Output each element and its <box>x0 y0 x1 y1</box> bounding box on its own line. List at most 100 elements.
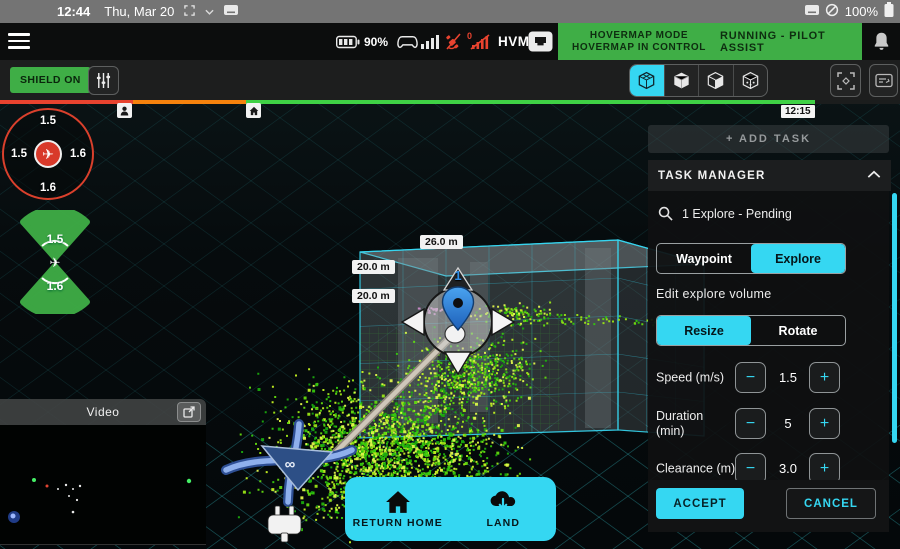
ethernet-connection-icon <box>528 23 553 60</box>
hvm-label: HVM <box>498 34 530 49</box>
pin-base <box>445 325 465 343</box>
video-title: Video <box>87 405 120 419</box>
android-status-icons: 100% <box>805 0 894 23</box>
proximity-back: 1.6 <box>40 182 56 194</box>
search-icon <box>658 206 673 221</box>
tab-explore[interactable]: Explore <box>751 244 845 273</box>
battery-horizontal-icon <box>336 35 360 49</box>
tab-resize[interactable]: Resize <box>657 316 751 345</box>
add-task-button[interactable]: + ADD TASK <box>648 125 889 153</box>
keyboard-icon <box>805 4 819 19</box>
timeline-segment-assisted <box>133 100 246 104</box>
duration-decrement-button[interactable]: − <box>735 408 766 439</box>
speed-value: 1.5 <box>768 361 808 394</box>
speed-increment-button[interactable]: + <box>809 362 840 393</box>
proximity-left: 1.5 <box>11 148 27 160</box>
date: Thu, Mar 20 <box>104 4 174 19</box>
clearance-above-value: 1.5 <box>38 232 72 246</box>
home-icon <box>249 106 259 116</box>
land-button[interactable]: LAND <box>451 477 557 541</box>
edit-volume-label: Edit explore volume <box>656 287 771 301</box>
menu-button[interactable] <box>8 31 30 51</box>
drone-heading-icon: ✈ <box>34 140 62 168</box>
flight-actions-panel: RETURN HOME LAND <box>345 477 556 541</box>
task-panel-scrollbar[interactable] <box>892 193 897 443</box>
view-mode-wireframe-button[interactable] <box>630 65 665 96</box>
cube-shaded-icon <box>706 71 725 90</box>
task-type-tabs: Waypoint Explore <box>656 243 846 274</box>
pilot-icon <box>120 106 129 116</box>
plane-side-icon: ✈ <box>50 255 61 270</box>
video-panel-header[interactable]: Video <box>0 399 206 425</box>
app-top-bar: 90% 0 HVM HOVERMAP MODE HOVERMAP IN CONT <box>0 23 900 60</box>
home-point-marker <box>268 506 301 542</box>
accept-button[interactable]: ACCEPT <box>656 488 744 519</box>
timeline-segment-autonomous <box>246 100 815 104</box>
video-feed[interactable] <box>0 425 206 545</box>
mission-toolbar: SHIELD ON <box>0 60 900 100</box>
timeline-segment-remaining <box>815 100 900 104</box>
duration-increment-button[interactable]: + <box>809 408 840 439</box>
screen-capture-icon <box>184 4 195 19</box>
hovermap-mode-banner: HOVERMAP MODE HOVERMAP IN CONTROL RUNNIN… <box>558 23 862 60</box>
task-summary-text: 1 Explore - Pending <box>682 207 792 221</box>
video-panel: Video <box>0 399 206 545</box>
clock: 12:44 <box>57 4 90 19</box>
speed-stepper: Speed (m/s) − 1.5 + <box>648 361 889 395</box>
tab-rotate[interactable]: Rotate <box>751 316 845 345</box>
timeline-pilot-event-marker[interactable] <box>117 103 132 118</box>
volume-width-label: 26.0 m <box>420 235 463 249</box>
duration-stepper: Duration (min) − 5 + <box>648 405 889 443</box>
clearance-below-value: 1.6 <box>38 279 72 293</box>
svg-text:∞: ∞ <box>285 456 296 473</box>
tablet-battery-percent: 90% <box>364 35 388 49</box>
video-expand-button[interactable] <box>177 402 201 422</box>
battery-icon <box>884 2 894 21</box>
controller-icon <box>396 23 419 60</box>
task-manager-title: TASK MANAGER <box>658 170 765 182</box>
view-mode-shaded-button[interactable] <box>699 65 734 96</box>
return-home-button[interactable]: RETURN HOME <box>345 477 451 541</box>
timeline-segment-manual <box>0 100 133 104</box>
speed-decrement-button[interactable]: − <box>735 362 766 393</box>
cancel-button[interactable]: CANCEL <box>786 488 876 519</box>
battery-percent: 100% <box>845 4 878 19</box>
timeline-home-event-marker[interactable] <box>246 103 261 118</box>
status-console-button[interactable] <box>869 64 898 97</box>
drone-vehicle-marker: ∞ <box>262 446 332 490</box>
cube-solid-icon <box>672 71 691 90</box>
volume-depth-label: 20.0 m <box>352 289 395 303</box>
task-manager-header[interactable]: TASK MANAGER <box>648 160 891 191</box>
radio-signal-lost-icon <box>470 23 490 60</box>
duration-value: 5 <box>768 407 808 440</box>
tablet-battery-status: 90% <box>336 23 388 60</box>
keyboard-icon <box>224 4 238 19</box>
recenter-view-button[interactable] <box>830 64 861 97</box>
mode-text: HOVERMAP MODE HOVERMAP IN CONTROL <box>558 23 720 60</box>
task-summary-row[interactable]: 1 Explore - Pending <box>658 206 792 221</box>
vertical-clearance-indicator: ✈ <box>5 210 105 314</box>
proximity-indicator: 1.5 1.5 1.6 1.6 ✈ <box>2 108 94 200</box>
waypoint-number: 1 <box>449 268 467 283</box>
expand-icon <box>183 406 195 418</box>
do-not-disturb-icon <box>825 3 839 20</box>
cloud-land-icon <box>488 490 518 514</box>
notifications-button[interactable] <box>862 23 900 60</box>
mission-timeline[interactable] <box>0 100 900 104</box>
display-settings-button[interactable] <box>88 66 119 95</box>
video-feed-lights <box>0 425 206 545</box>
console-panel-icon <box>875 73 893 89</box>
view-mode-points-button[interactable] <box>734 65 768 96</box>
view-mode-group <box>629 64 768 97</box>
timeline-current-time: 12:15 <box>781 105 815 118</box>
shield-toggle-button[interactable]: SHIELD ON <box>10 67 91 93</box>
app-screen: 12:44 Thu, Mar 20 100% 90% <box>0 0 900 549</box>
view-mode-solid-button[interactable] <box>665 65 700 96</box>
run-state-text: RUNNING - PILOT ASSIST <box>720 23 862 60</box>
cube-wireframe-icon <box>637 71 656 90</box>
bell-icon <box>872 31 891 52</box>
chevron-up-icon[interactable] <box>867 170 881 182</box>
volume-height-label: 20.0 m <box>352 260 395 274</box>
task-manager-panel: 1 Explore - Pending Waypoint Explore Edi… <box>648 191 889 532</box>
tab-waypoint[interactable]: Waypoint <box>657 244 751 273</box>
